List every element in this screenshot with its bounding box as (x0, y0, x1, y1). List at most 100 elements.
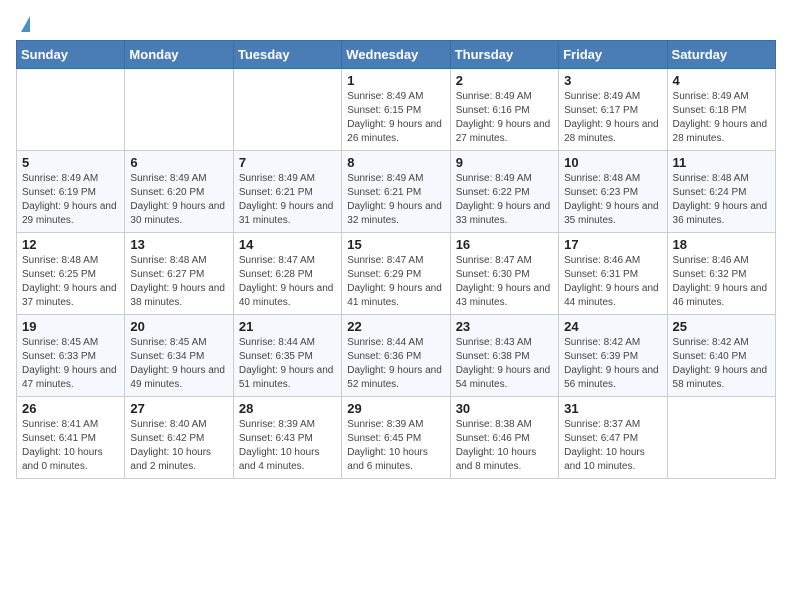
day-info: Sunrise: 8:44 AMSunset: 6:35 PMDaylight:… (239, 336, 336, 392)
day-info: Sunrise: 8:49 AMSunset: 6:19 PMDaylight:… (22, 172, 119, 228)
calendar-day-cell (667, 397, 775, 479)
weekday-header: Wednesday (342, 41, 450, 69)
calendar-week-row: 12 Sunrise: 8:48 AMSunset: 6:25 PMDayligh… (17, 233, 776, 315)
calendar-day-cell: 25 Sunrise: 8:42 AMSunset: 6:40 PMDayligh… (667, 315, 775, 397)
calendar-day-cell: 16 Sunrise: 8:47 AMSunset: 6:30 PMDayligh… (450, 233, 558, 315)
calendar-day-cell: 23Sunrise: 8:43 AMSunset: 6:38 PMDayligh… (450, 315, 558, 397)
calendar-day-cell (233, 69, 341, 151)
day-number: 24 (564, 319, 661, 334)
day-number: 16 (456, 237, 553, 252)
day-number: 29 (347, 401, 444, 416)
calendar-week-row: 26Sunrise: 8:41 AMSunset: 6:41 PMDayligh… (17, 397, 776, 479)
day-number: 12 (22, 237, 119, 252)
day-number: 30 (456, 401, 553, 416)
day-number: 6 (130, 155, 227, 170)
day-number: 3 (564, 73, 661, 88)
calendar-day-cell: 3Sunrise: 8:49 AMSunset: 6:17 PMDaylight… (559, 69, 667, 151)
day-info: Sunrise: 8:38 AMSunset: 6:46 PMDaylight:… (456, 418, 553, 474)
weekday-header: Monday (125, 41, 233, 69)
day-number: 8 (347, 155, 444, 170)
day-number: 25 (673, 319, 770, 334)
calendar-day-cell: 6 Sunrise: 8:49 AMSunset: 6:20 PMDaylight… (125, 151, 233, 233)
day-info: Sunrise: 8:49 AMSunset: 6:21 PMDaylight:… (347, 172, 444, 228)
day-number: 20 (130, 319, 227, 334)
calendar-header-row: SundayMondayTuesdayWednesdayThursdayFrid… (17, 41, 776, 69)
calendar-day-cell: 12 Sunrise: 8:48 AMSunset: 6:25 PMDayligh… (17, 233, 125, 315)
logo-triangle-icon (21, 16, 30, 32)
day-info: Sunrise: 8:41 AMSunset: 6:41 PMDaylight:… (22, 418, 119, 474)
weekday-header: Saturday (667, 41, 775, 69)
day-number: 18 (673, 237, 770, 252)
calendar-day-cell (17, 69, 125, 151)
calendar-day-cell: 19 Sunrise: 8:45 AMSunset: 6:33 PMDayligh… (17, 315, 125, 397)
day-info: Sunrise: 8:46 AMSunset: 6:32 PMDaylight:… (673, 254, 770, 310)
calendar-day-cell: 14Sunrise: 8:47 AMSunset: 6:28 PMDayligh… (233, 233, 341, 315)
day-info: Sunrise: 8:48 AMSunset: 6:25 PMDaylight:… (22, 254, 119, 310)
calendar-day-cell: 27 Sunrise: 8:40 AMSunset: 6:42 PMDayligh… (125, 397, 233, 479)
day-number: 9 (456, 155, 553, 170)
day-number: 15 (347, 237, 444, 252)
calendar-day-cell: 30 Sunrise: 8:38 AMSunset: 6:46 PMDayligh… (450, 397, 558, 479)
day-number: 7 (239, 155, 336, 170)
calendar-day-cell: 10 Sunrise: 8:48 AMSunset: 6:23 PMDayligh… (559, 151, 667, 233)
day-number: 27 (130, 401, 227, 416)
logo (16, 16, 30, 32)
calendar-table: SundayMondayTuesdayWednesdayThursdayFrid… (16, 40, 776, 479)
calendar-day-cell: 26Sunrise: 8:41 AMSunset: 6:41 PMDayligh… (17, 397, 125, 479)
calendar-day-cell: 1 Sunrise: 8:49 AMSunset: 6:15 PMDaylight… (342, 69, 450, 151)
calendar-day-cell: 28Sunrise: 8:39 AMSunset: 6:43 PMDayligh… (233, 397, 341, 479)
day-info: Sunrise: 8:49 AMSunset: 6:16 PMDaylight:… (456, 90, 553, 146)
weekday-header: Tuesday (233, 41, 341, 69)
day-info: Sunrise: 8:45 AMSunset: 6:34 PMDaylight:… (130, 336, 227, 392)
day-info: Sunrise: 8:49 AMSunset: 6:20 PMDaylight:… (130, 172, 227, 228)
day-info: Sunrise: 8:47 AMSunset: 6:29 PMDaylight:… (347, 254, 444, 310)
day-info: Sunrise: 8:44 AMSunset: 6:36 PMDaylight:… (347, 336, 444, 392)
calendar-day-cell: 11 Sunrise: 8:48 AMSunset: 6:24 PMDayligh… (667, 151, 775, 233)
calendar-day-cell: 9 Sunrise: 8:49 AMSunset: 6:22 PMDaylight… (450, 151, 558, 233)
calendar-day-cell: 31Sunrise: 8:37 AMSunset: 6:47 PMDayligh… (559, 397, 667, 479)
calendar-week-row: 1 Sunrise: 8:49 AMSunset: 6:15 PMDaylight… (17, 69, 776, 151)
day-number: 1 (347, 73, 444, 88)
weekday-header: Friday (559, 41, 667, 69)
day-info: Sunrise: 8:39 AMSunset: 6:45 PMDaylight:… (347, 418, 444, 474)
day-number: 10 (564, 155, 661, 170)
day-number: 22 (347, 319, 444, 334)
day-number: 21 (239, 319, 336, 334)
day-info: Sunrise: 8:37 AMSunset: 6:47 PMDaylight:… (564, 418, 661, 474)
day-number: 28 (239, 401, 336, 416)
day-info: Sunrise: 8:48 AMSunset: 6:24 PMDaylight:… (673, 172, 770, 228)
calendar-week-row: 5 Sunrise: 8:49 AMSunset: 6:19 PMDaylight… (17, 151, 776, 233)
day-number: 19 (22, 319, 119, 334)
calendar-day-cell: 18 Sunrise: 8:46 AMSunset: 6:32 PMDayligh… (667, 233, 775, 315)
day-info: Sunrise: 8:48 AMSunset: 6:27 PMDaylight:… (130, 254, 227, 310)
day-number: 14 (239, 237, 336, 252)
day-info: Sunrise: 8:42 AMSunset: 6:39 PMDaylight:… (564, 336, 661, 392)
calendar-day-cell (125, 69, 233, 151)
day-info: Sunrise: 8:43 AMSunset: 6:38 PMDaylight:… (456, 336, 553, 392)
calendar-day-cell: 24 Sunrise: 8:42 AMSunset: 6:39 PMDayligh… (559, 315, 667, 397)
day-info: Sunrise: 8:46 AMSunset: 6:31 PMDaylight:… (564, 254, 661, 310)
day-info: Sunrise: 8:45 AMSunset: 6:33 PMDaylight:… (22, 336, 119, 392)
weekday-header: Sunday (17, 41, 125, 69)
calendar-day-cell: 20 Sunrise: 8:45 AMSunset: 6:34 PMDayligh… (125, 315, 233, 397)
page-header (16, 16, 776, 32)
day-info: Sunrise: 8:49 AMSunset: 6:22 PMDaylight:… (456, 172, 553, 228)
calendar-day-cell: 22 Sunrise: 8:44 AMSunset: 6:36 PMDayligh… (342, 315, 450, 397)
calendar-day-cell: 15 Sunrise: 8:47 AMSunset: 6:29 PMDayligh… (342, 233, 450, 315)
day-info: Sunrise: 8:47 AMSunset: 6:30 PMDaylight:… (456, 254, 553, 310)
calendar-day-cell: 7 Sunrise: 8:49 AMSunset: 6:21 PMDaylight… (233, 151, 341, 233)
day-info: Sunrise: 8:49 AMSunset: 6:15 PMDaylight:… (347, 90, 444, 146)
calendar-day-cell: 5 Sunrise: 8:49 AMSunset: 6:19 PMDaylight… (17, 151, 125, 233)
day-info: Sunrise: 8:48 AMSunset: 6:23 PMDaylight:… (564, 172, 661, 228)
day-info: Sunrise: 8:42 AMSunset: 6:40 PMDaylight:… (673, 336, 770, 392)
calendar-day-cell: 21 Sunrise: 8:44 AMSunset: 6:35 PMDayligh… (233, 315, 341, 397)
day-info: Sunrise: 8:40 AMSunset: 6:42 PMDaylight:… (130, 418, 227, 474)
day-number: 11 (673, 155, 770, 170)
calendar-day-cell: 13Sunrise: 8:48 AMSunset: 6:27 PMDayligh… (125, 233, 233, 315)
calendar-day-cell: 2 Sunrise: 8:49 AMSunset: 6:16 PMDaylight… (450, 69, 558, 151)
day-number: 2 (456, 73, 553, 88)
day-number: 5 (22, 155, 119, 170)
day-number: 17 (564, 237, 661, 252)
calendar-day-cell: 8 Sunrise: 8:49 AMSunset: 6:21 PMDaylight… (342, 151, 450, 233)
day-info: Sunrise: 8:49 AMSunset: 6:21 PMDaylight:… (239, 172, 336, 228)
